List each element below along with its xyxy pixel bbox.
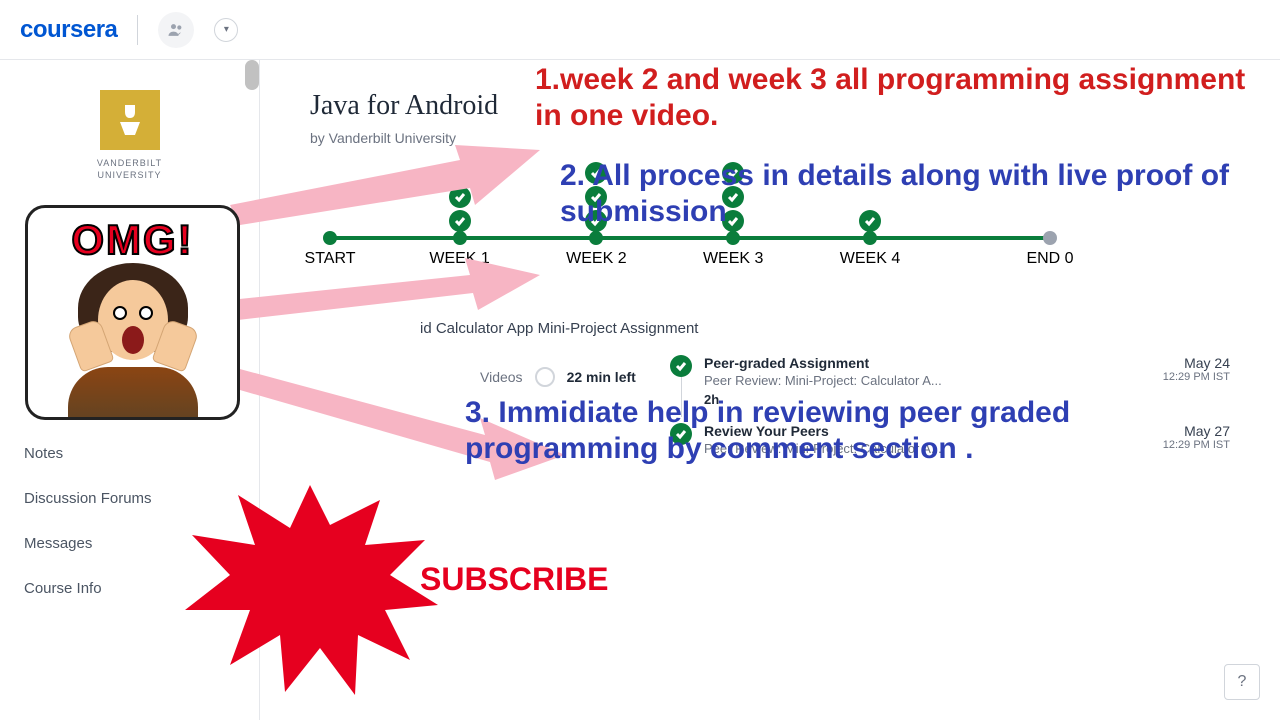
timeline-dot [726,231,740,245]
university-badge: VANDERBILT UNIVERSITY [0,60,259,201]
scrollbar[interactable] [245,60,259,90]
task-subtitle: Peer Review: Mini-Project: Calculator A.… [704,373,1151,388]
help-button[interactable]: ? [1224,664,1260,700]
coursera-logo[interactable]: coursera [20,16,117,44]
omg-text: OMG! [71,216,193,264]
timeline-label: WEEK 4 [840,250,900,268]
omg-sticker: OMG! [25,205,240,420]
chevron-right-icon[interactable]: › [1050,229,1055,247]
task-title: Peer-graded Assignment [704,355,1151,371]
timeline-dot [453,231,467,245]
starburst-icon [180,480,440,700]
chevron-down-icon[interactable]: ▾ [214,18,238,42]
university-name: VANDERBILT UNIVERSITY [97,158,162,181]
divider [137,15,138,45]
videos-time: 22 min left [567,369,636,385]
arrow-2-icon [230,255,540,325]
subscribe-text: SUBSCRIBE [420,560,608,598]
task-time: 12:29 PM IST [1163,371,1230,383]
arrow-1-icon [230,140,540,230]
check-icon [670,355,692,377]
timeline-label: END 0 [1026,250,1073,268]
task-date: May 24 [1163,355,1230,371]
timeline-label: WEEK 2 [566,250,626,268]
timeline-track: › [330,236,1050,240]
header: coursera ▾ [0,0,1280,60]
timeline-dot [323,231,337,245]
timeline-dot [863,231,877,245]
university-logo-icon [100,90,160,150]
overlay-line-2: 2. All process in details along with liv… [560,158,1240,230]
users-icon[interactable] [158,12,194,48]
assignment-title: id Calculator App Mini-Project Assignmen… [420,320,1230,337]
overlay-line-1: 1.week 2 and week 3 all programming assi… [535,62,1255,134]
timeline-label: WEEK 3 [703,250,763,268]
sidebar-item-notes[interactable]: Notes [0,431,259,476]
overlay-line-3: 3. Immidiate help in reviewing peer grad… [465,395,1225,467]
timeline-dot [589,231,603,245]
